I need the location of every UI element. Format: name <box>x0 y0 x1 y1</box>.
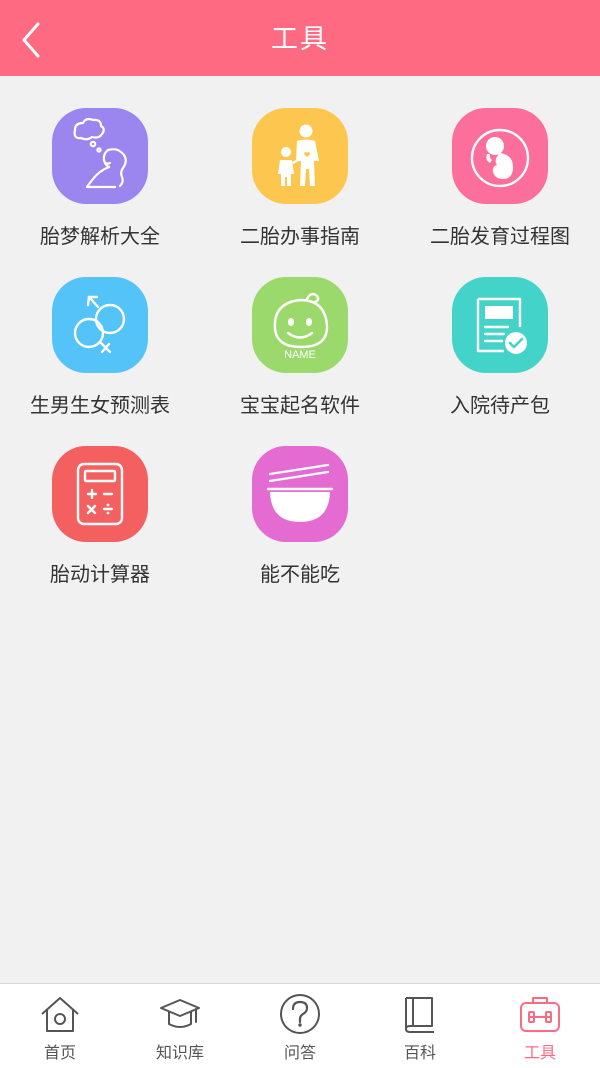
tool-dream-analysis[interactable]: 胎梦解析大全 <box>0 108 200 278</box>
checklist-icon <box>452 277 548 373</box>
tab-knowledge[interactable]: 知识库 <box>120 984 240 1068</box>
tab-label: 工具 <box>523 1043 556 1062</box>
gender-icon <box>52 277 148 373</box>
tool-label: 胎动计算器 <box>50 562 150 586</box>
tab-qa[interactable]: 问答 <box>240 984 360 1068</box>
name-text: NAME <box>284 349 316 361</box>
home-icon <box>38 992 82 1036</box>
tab-label: 首页 <box>43 1043 76 1062</box>
graduation-cap-icon <box>158 992 202 1036</box>
tool-label: 宝宝起名软件 <box>240 393 360 417</box>
tool-label: 二胎办事指南 <box>240 224 360 248</box>
tool-can-i-eat[interactable]: 能不能吃 <box>200 446 400 616</box>
tool-fetal-development[interactable]: 二胎发育过程图 <box>400 108 600 278</box>
page-title: 工具 <box>271 24 329 55</box>
tab-home[interactable]: 首页 <box>0 984 120 1068</box>
book-icon <box>398 992 442 1036</box>
baby-face-icon: NAME <box>252 277 348 373</box>
tool-fetal-movement-calculator[interactable]: 胎动计算器 <box>0 446 200 616</box>
toolbox-icon <box>518 992 562 1036</box>
calculator-icon <box>52 446 148 542</box>
tool-second-child-guide[interactable]: 二胎办事指南 <box>200 108 400 278</box>
tool-label: 二胎发育过程图 <box>430 224 570 248</box>
tool-label: 生男生女预测表 <box>30 393 170 417</box>
tool-label: 能不能吃 <box>260 562 340 586</box>
fetus-icon <box>452 108 548 204</box>
tool-baby-naming[interactable]: NAME 宝宝起名软件 <box>200 277 400 447</box>
tab-tools[interactable]: 工具 <box>480 984 600 1068</box>
tool-label: 胎梦解析大全 <box>40 224 160 248</box>
family-icon <box>252 108 348 204</box>
tab-label: 知识库 <box>155 1043 204 1062</box>
tool-gender-prediction[interactable]: 生男生女预测表 <box>0 277 200 447</box>
header-bar: 工具 <box>0 0 600 76</box>
tool-label: 入院待产包 <box>450 393 550 417</box>
bottom-tab-bar: 首页 知识库 问答 百科 工具 <box>0 983 600 1068</box>
tool-hospital-bag[interactable]: 入院待产包 <box>400 277 600 447</box>
dream-icon <box>52 108 148 204</box>
tab-label: 百科 <box>403 1043 436 1062</box>
tab-encyclopedia[interactable]: 百科 <box>360 984 480 1068</box>
question-icon <box>278 992 322 1036</box>
tab-label: 问答 <box>283 1043 316 1062</box>
bowl-icon <box>252 446 348 542</box>
